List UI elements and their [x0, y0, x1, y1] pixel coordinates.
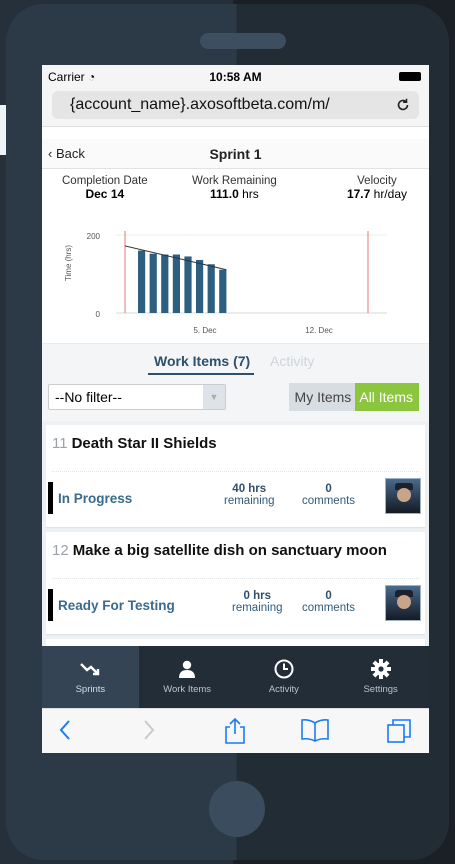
url-text: {account_name}.axosoftbeta.com/m/ — [70, 96, 330, 113]
work-item-status: Ready For Testing — [58, 598, 175, 613]
url-bar[interactable]: {account_name}.axosoftbeta.com/m/ — [52, 91, 419, 119]
tab-activity-nav[interactable]: Activity — [236, 646, 333, 708]
phone-screen: Carrier ◔ 10:58 AM {account_name}.axosof… — [42, 65, 429, 753]
app-navbar: ‹ Back Sprint 1 — [42, 139, 429, 169]
back-arrow-icon[interactable] — [58, 717, 72, 748]
tab-work-items-nav[interactable]: Work Items — [139, 646, 236, 708]
work-item-card[interactable]: 11 Death Star II Shields In Progress 40 h… — [46, 425, 425, 527]
chart-bar — [149, 253, 157, 313]
work-item-title: 11 Death Star II Shields — [52, 435, 217, 452]
user-icon — [139, 655, 236, 683]
chart-bar — [161, 254, 169, 313]
chart-bar — [184, 256, 192, 313]
card-divider — [52, 471, 419, 472]
burndown-chart-svg: Time (hrs) 200 0 5. Dec 12. Dec — [64, 231, 387, 335]
items-toggle: My Items All Items — [288, 383, 419, 411]
my-items-button[interactable]: My Items — [288, 383, 356, 411]
stat-velocity: Velocity 17.7 hr/day — [346, 175, 407, 201]
filter-row: --No filter-- ▼ My Items All Items — [42, 377, 429, 421]
burndown-chart: Time (hrs) 200 0 5. Dec 12. Dec — [42, 213, 429, 343]
avatar — [385, 585, 421, 621]
page-title: Sprint 1 — [209, 146, 262, 162]
chevron-down-icon: ▼ — [203, 385, 225, 409]
y-axis-label: Time (hrs) — [64, 245, 73, 281]
tab-work-items[interactable]: Work Items (7) — [148, 353, 255, 375]
y-tick-0: 0 — [96, 310, 101, 319]
tab-sprints[interactable]: Sprints — [42, 646, 139, 708]
x-tick-dec5: 5. Dec — [193, 326, 216, 335]
work-item-title: 12 Make a big satellite dish on sanctuary… — [52, 542, 387, 559]
browser-header: {account_name}.axosoftbeta.com/m/ — [42, 87, 429, 127]
phone-speaker — [200, 33, 286, 49]
home-button[interactable] — [209, 781, 265, 837]
work-item-status: In Progress — [58, 491, 133, 506]
chart-bar — [196, 259, 204, 313]
safari-toolbar — [42, 708, 429, 753]
status-bar-indicator — [48, 589, 53, 621]
gear-icon — [332, 655, 429, 683]
chart-bar — [219, 269, 227, 313]
section-tabs: Work Items (7) Activity — [42, 343, 429, 377]
chart-bar — [138, 250, 146, 313]
chart-bar — [172, 254, 180, 313]
tab-activity[interactable]: Activity — [270, 353, 314, 369]
share-icon[interactable] — [223, 717, 247, 750]
work-item-card[interactable]: 12 Make a big satellite dish on sanctuary… — [46, 532, 425, 634]
stat-completion: Completion Date Dec 14 — [62, 175, 148, 201]
active-tab-underline — [148, 373, 255, 375]
y-tick-200: 200 — [87, 232, 101, 241]
clock: 10:58 AM — [209, 70, 262, 84]
tabs-icon[interactable] — [385, 717, 413, 750]
filter-select[interactable]: --No filter-- ▼ — [48, 384, 226, 410]
reload-icon[interactable] — [395, 91, 411, 122]
chart-bar — [207, 264, 215, 313]
work-item-hours: 40 hrs remaining — [224, 483, 275, 507]
x-tick-dec12: 12. Dec — [305, 326, 333, 335]
avatar — [385, 478, 421, 514]
work-item-hours: 0 hrs remaining — [232, 590, 283, 614]
card-divider — [52, 578, 419, 579]
status-bar-indicator — [48, 482, 53, 514]
work-item-comments: 0 comments — [302, 590, 356, 614]
all-items-button[interactable]: All Items — [355, 383, 419, 411]
battery-icon — [399, 72, 421, 81]
bookmarks-icon[interactable] — [299, 717, 331, 748]
tab-settings-nav[interactable]: Settings — [332, 646, 429, 708]
work-item-comments: 0 comments — [302, 483, 356, 507]
forward-arrow-icon[interactable] — [142, 717, 156, 748]
sprint-stats: Completion Date Dec 14 Work Remaining 11… — [42, 169, 429, 213]
sprints-icon — [42, 655, 139, 683]
work-items-list: 11 Death Star II Shields In Progress 40 h… — [42, 421, 429, 671]
app-tab-bar: Sprints Work Items Activity Settings — [42, 646, 429, 708]
clock-icon — [236, 655, 333, 683]
stat-work-remaining: Work Remaining 111.0 hrs — [192, 175, 277, 201]
status-bar: Carrier ◔ 10:58 AM — [42, 65, 429, 87]
